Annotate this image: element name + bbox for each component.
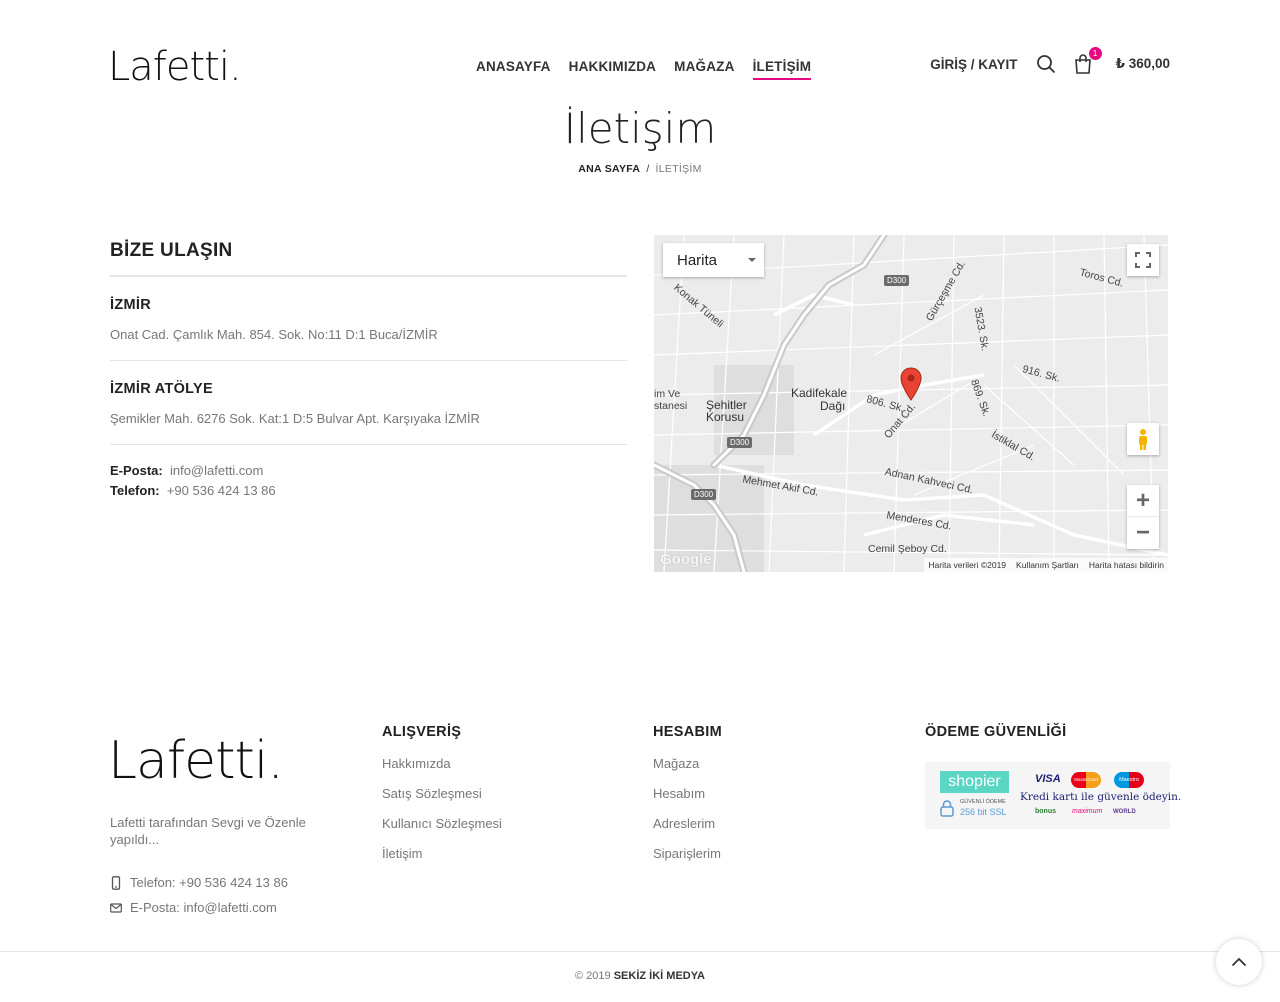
lock-icon <box>940 800 954 817</box>
phone-label: Telefon: <box>110 483 160 498</box>
mail-icon <box>110 902 122 913</box>
copyright-year: 2019 <box>586 970 611 982</box>
footer-link[interactable]: Mağaza <box>653 756 722 786</box>
location-block: İZMİR Onat Cad. Çamlık Mah. 854. Sok. No… <box>110 277 627 361</box>
map-type-label: Harita <box>677 252 718 269</box>
street-view-button[interactable] <box>1127 423 1159 455</box>
ssl-label: 256 bit SSL <box>960 807 1007 817</box>
copyright: © 2019 SEKİZ İKİ MEDYA <box>0 970 1280 982</box>
footer-link[interactable]: Kullanıcı Sözleşmesi <box>382 816 502 846</box>
header-actions: GİRİŞ / KAYIT 1 ₺ 360,00 <box>930 47 1170 74</box>
road-badge: D300 <box>727 437 753 448</box>
location-name: İZMİR ATÖLYE <box>110 381 213 397</box>
zoom-controls: + − <box>1127 485 1159 549</box>
map-data-attribution: Harita verileri ©2019 <box>928 560 1007 570</box>
road-badge: D300 <box>884 275 910 286</box>
pegman-icon <box>1139 429 1147 450</box>
footer-contact: Telefon: +90 536 424 13 86 E-Posta: info… <box>110 870 288 920</box>
zoom-out-button[interactable]: − <box>1127 517 1159 549</box>
footer-column-title: HESABIM <box>653 724 722 740</box>
payment-tagline: Kredi kartı ile güvenle ödeyin. <box>1020 791 1182 803</box>
nav-contact[interactable]: İLETİŞİM <box>752 58 812 80</box>
map-label: im Ve <box>654 388 681 400</box>
world-logo: WORLD <box>1113 809 1136 815</box>
footer-column-payment-security: ÖDEME GÜVENLİĞİ <box>925 724 1066 756</box>
scroll-to-top-button[interactable] <box>1216 939 1262 985</box>
copyright-company[interactable]: SEKİZ İKİ MEDYA <box>614 970 705 982</box>
payment-security-badge: shopier GÜVENLİ ÖDEME 256 bit SSL VISA M… <box>925 762 1181 829</box>
footer-email[interactable]: E-Posta: info@lafetti.com <box>130 900 277 915</box>
copyright-icon: © <box>575 970 584 982</box>
bonus-logo: bonus <box>1035 808 1056 815</box>
location-address: Onat Cad. Çamlık Mah. 854. Sok. No:11 D:… <box>110 327 438 342</box>
map-label: Dağı <box>820 399 846 413</box>
chevron-up-icon <box>1231 957 1247 967</box>
cart-total[interactable]: ₺ 360,00 <box>1116 56 1170 72</box>
map-marker-icon[interactable] <box>900 367 922 401</box>
road-badge: D300 <box>691 489 717 500</box>
zoom-in-button[interactable]: + <box>1127 485 1159 517</box>
breadcrumb-separator: / <box>646 163 650 175</box>
breadcrumb: ANA SAYFA / İLETİŞİM <box>0 163 1280 175</box>
cart-icon[interactable]: 1 <box>1074 47 1102 74</box>
page-title: İletişim <box>563 104 717 153</box>
footer-column-shopping: ALIŞVERİŞ Hakkımızda Satış Sözleşmesi Ku… <box>382 724 502 876</box>
chevron-down-icon <box>748 258 756 262</box>
map-report-link[interactable]: Harita hatası bildirin <box>1089 560 1164 570</box>
maximum-logo: maximum <box>1072 808 1103 815</box>
site-logo[interactable]: Lafetti. <box>108 44 242 90</box>
map-attribution: Harita verileri ©2019 Kullanım Şartları … <box>924 558 1168 572</box>
location-name: İZMİR <box>110 297 151 313</box>
contact-section: BİZE ULAŞIN İZMİR Onat Cad. Çamlık Mah. … <box>110 240 627 501</box>
mastercard-logo: MasterCard <box>1071 772 1101 788</box>
map-terms-link[interactable]: Kullanım Şartları <box>1016 560 1079 570</box>
map-label: stanesi <box>654 400 688 412</box>
secure-payment-label: GÜVENLİ ÖDEME <box>960 799 1006 805</box>
nav-about[interactable]: HAKKIMIZDA <box>569 58 657 80</box>
map-label: Cemil Şeboy Cd. <box>868 543 947 555</box>
footer-phone[interactable]: Telefon: +90 536 424 13 86 <box>130 875 288 890</box>
breadcrumb-current: İLETİŞİM <box>655 163 702 175</box>
fullscreen-button[interactable] <box>1127 244 1159 276</box>
footer-column-account: HESABIM Mağaza Hesabım Adreslerim Sipari… <box>653 724 722 876</box>
footer-link[interactable]: Hakkımızda <box>382 756 502 786</box>
email-label: E-Posta: <box>110 463 163 478</box>
contact-heading: BİZE ULAŞIN <box>110 240 627 277</box>
main-nav: ANASAYFA HAKKIMIZDA MAĞAZA İLETİŞİM <box>476 58 812 80</box>
footer-column-title: ALIŞVERİŞ <box>382 724 462 740</box>
map-label: Kadifekale <box>791 386 848 400</box>
footer-link[interactable]: Adreslerim <box>653 816 722 846</box>
nav-home[interactable]: ANASAYFA <box>476 58 551 80</box>
phone-value[interactable]: +90 536 424 13 86 <box>167 483 276 498</box>
footer-logo[interactable]: Lafetti. <box>108 730 284 792</box>
map-label: Korusu <box>706 410 745 424</box>
breadcrumb-home[interactable]: ANA SAYFA <box>578 163 640 175</box>
contact-info: E-Posta: info@lafetti.com Telefon: +90 5… <box>110 445 627 501</box>
footer-link[interactable]: Hesabım <box>653 786 722 816</box>
login-register-link[interactable]: GİRİŞ / KAYIT <box>930 57 1017 72</box>
search-icon[interactable] <box>1036 54 1056 74</box>
footer-link[interactable]: İletişim <box>382 846 502 876</box>
nav-shop[interactable]: MAĞAZA <box>674 58 734 80</box>
footer-about-text: Lafetti tarafından Sevgi ve Özenle yapıl… <box>110 815 306 847</box>
footer-column-title: ÖDEME GÜVENLİĞİ <box>925 724 1067 740</box>
maestro-logo: Maestro <box>1114 772 1144 788</box>
cart-count-badge: 1 <box>1088 47 1102 60</box>
footer-divider <box>0 951 1280 952</box>
map-type-select[interactable]: Harita <box>663 243 764 277</box>
footer-link[interactable]: Satış Sözleşmesi <box>382 786 502 816</box>
location-address: Şemikler Mah. 6276 Sok. Kat:1 D:5 Bulvar… <box>110 411 480 426</box>
google-logo[interactable]: Google <box>660 551 712 568</box>
footer-link[interactable]: Siparişlerim <box>653 846 722 876</box>
phone-icon <box>111 875 121 890</box>
email-value[interactable]: info@lafetti.com <box>170 463 263 478</box>
fullscreen-icon <box>1135 252 1151 268</box>
shopier-logo: shopier <box>940 771 1009 793</box>
visa-logo: VISA <box>1035 773 1061 785</box>
location-block: İZMİR ATÖLYE Şemikler Mah. 6276 Sok. Kat… <box>110 361 627 445</box>
google-map[interactable]: Harita + − Kadifekale Dağı Şehitler Koru… <box>654 235 1168 572</box>
